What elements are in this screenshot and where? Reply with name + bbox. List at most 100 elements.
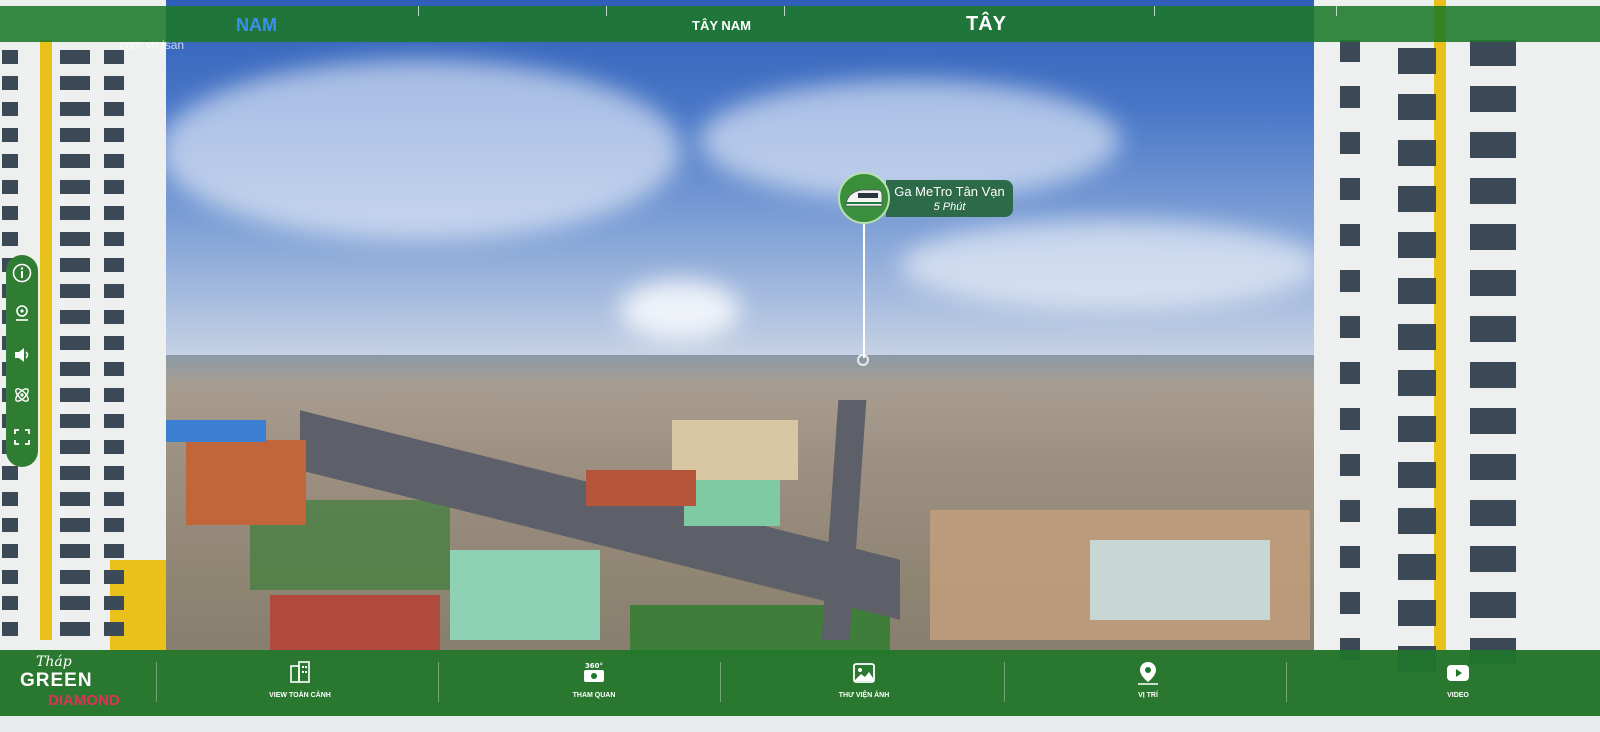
window xyxy=(1470,316,1516,342)
window xyxy=(1470,454,1516,480)
window xyxy=(60,232,90,246)
window xyxy=(1340,500,1360,522)
window xyxy=(1398,462,1436,488)
sound-button[interactable] xyxy=(10,343,34,367)
window xyxy=(1340,270,1360,292)
cloud xyxy=(620,280,740,340)
window xyxy=(1340,178,1360,200)
building xyxy=(270,595,440,650)
window xyxy=(104,622,124,636)
play-icon xyxy=(1447,665,1469,681)
window xyxy=(1398,140,1436,166)
window xyxy=(1470,178,1516,204)
hotspot-metro-button[interactable] xyxy=(838,172,890,224)
compass-tick xyxy=(606,6,607,16)
svg-text:360°: 360° xyxy=(585,662,603,670)
green-diamond-logo[interactable]: Tháp GREEN DIAMOND xyxy=(16,654,146,712)
atom-button[interactable] xyxy=(10,383,34,407)
fullscreen-icon xyxy=(14,429,30,445)
window xyxy=(2,596,18,610)
window xyxy=(104,388,124,402)
bottom-strip xyxy=(0,716,1600,732)
window xyxy=(1340,316,1360,338)
window xyxy=(104,310,124,324)
tower-stripe xyxy=(40,40,52,640)
window xyxy=(104,102,124,116)
window xyxy=(1340,40,1360,62)
window xyxy=(2,518,18,532)
window xyxy=(1340,86,1360,108)
window xyxy=(1398,186,1436,212)
speaker-icon xyxy=(15,348,29,362)
map-button[interactable] xyxy=(10,301,34,325)
window xyxy=(104,336,124,350)
building xyxy=(586,470,696,506)
nav-thu-vien-anh[interactable]: THƯ VIỆN ẢNH xyxy=(804,656,924,712)
window xyxy=(2,50,18,64)
window xyxy=(2,544,18,558)
window xyxy=(1470,270,1516,296)
window xyxy=(1398,48,1436,74)
window xyxy=(60,76,90,90)
window xyxy=(2,232,18,246)
window xyxy=(104,544,124,558)
panorama-view[interactable] xyxy=(0,0,1600,732)
compass-label-nam: NAM xyxy=(236,15,277,35)
fullscreen-button[interactable] xyxy=(10,425,34,449)
window xyxy=(1340,224,1360,246)
window xyxy=(1470,408,1516,434)
window xyxy=(2,154,18,168)
window xyxy=(1470,132,1516,158)
window xyxy=(60,310,90,324)
window xyxy=(2,180,18,194)
window xyxy=(104,596,124,610)
window xyxy=(60,492,90,506)
window xyxy=(1398,94,1436,120)
hotspot-pointer-line xyxy=(863,224,865,358)
window xyxy=(60,440,90,454)
window xyxy=(2,102,18,116)
nav-separator xyxy=(1286,662,1287,702)
window xyxy=(2,622,18,636)
info-icon xyxy=(12,263,32,283)
window xyxy=(1398,278,1436,304)
window xyxy=(60,388,90,402)
window xyxy=(2,570,18,584)
window xyxy=(1470,86,1516,112)
window xyxy=(104,440,124,454)
window xyxy=(104,76,124,90)
nav-separator xyxy=(438,662,439,702)
window xyxy=(60,466,90,480)
nav-tham-quan[interactable]: 360° THAM QUAN xyxy=(534,656,654,712)
bottom-navigation-bar: Tháp GREEN DIAMOND VIEW TOÀN CẢNH 360° T… xyxy=(0,650,1600,716)
building xyxy=(684,480,780,526)
window xyxy=(104,414,124,428)
window xyxy=(1340,592,1360,614)
building xyxy=(1090,540,1270,620)
info-button[interactable] xyxy=(10,261,34,285)
hotspot-metro-label[interactable]: Ga MeTro Tân Vạn 5 Phút xyxy=(886,180,1013,217)
compass-tick xyxy=(784,6,785,16)
window xyxy=(104,232,124,246)
window xyxy=(1398,324,1436,350)
window xyxy=(1340,546,1360,568)
nav-separator xyxy=(1004,662,1005,702)
compass-tick xyxy=(1154,6,1155,16)
nav-video[interactable]: VIDEO xyxy=(1398,656,1518,712)
window xyxy=(1340,408,1360,430)
location-icon xyxy=(16,305,28,321)
window xyxy=(60,622,90,636)
window xyxy=(1398,508,1436,534)
window xyxy=(2,466,18,480)
360-icon: 360° xyxy=(584,662,604,682)
cloud xyxy=(160,60,680,240)
window xyxy=(104,518,124,532)
window xyxy=(104,362,124,376)
hotspot-subtitle: 5 Phút xyxy=(933,201,966,213)
nav-view-toan-canh[interactable]: VIEW TOÀN CẢNH xyxy=(240,656,360,712)
nav-separator xyxy=(156,662,157,702)
compass-bar: NAM TÂY NAM TÂY xyxy=(0,6,1600,42)
window xyxy=(2,206,18,220)
nav-vi-tri[interactable]: VỊ TRÍ xyxy=(1088,656,1208,712)
window xyxy=(1470,546,1516,572)
